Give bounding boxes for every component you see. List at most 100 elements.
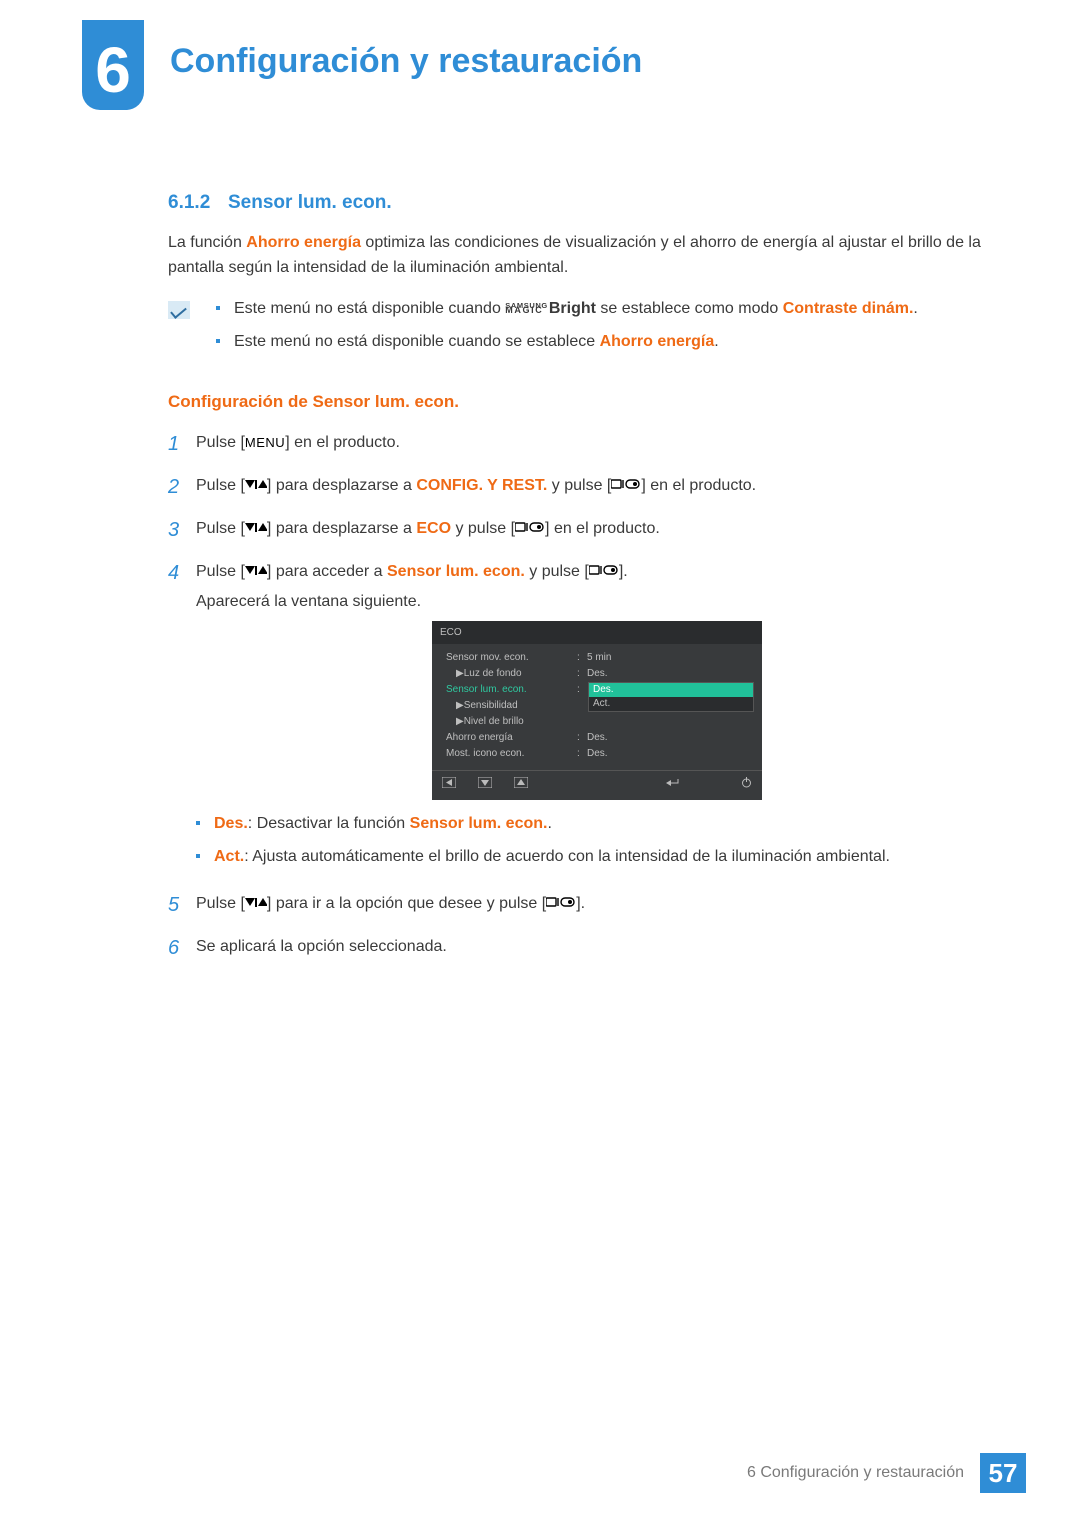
step-number: 4 (168, 558, 196, 878)
text: Este menú no está disponible cuando se e… (234, 333, 600, 350)
osd-separator: : (577, 746, 585, 762)
osd-label: Most. icono econ. (432, 746, 577, 762)
page-number-badge: 57 (980, 1453, 1026, 1493)
text: MAGIC (505, 308, 548, 313)
osd-row: ▶Luz de fondo:Des. (432, 666, 762, 682)
intro-paragraph: La función Ahorro energía optimiza las c… (168, 231, 998, 281)
osd-row: ▶Nivel de brillo (432, 714, 762, 730)
text: Nivel de brillo (464, 716, 524, 727)
option-on-term: Act. (214, 848, 244, 865)
text: : Ajusta automáticamente el brillo de ac… (244, 848, 890, 865)
step-body: Pulse [] para desplazarse a ECO y pulse … (196, 517, 998, 546)
osd-dropdown: Des. Act. (588, 682, 754, 712)
step-body: Pulse [] para ir a la opción que desee y… (196, 892, 998, 921)
step-number: 6 (168, 933, 196, 964)
text: ] en el producto. (545, 520, 660, 537)
page-content: 6.1.2Sensor lum. econ. La función Ahorro… (168, 188, 998, 978)
osd-label: Ahorro energía (432, 730, 577, 746)
osd-label: Sensor mov. econ. (432, 650, 577, 666)
step-number: 5 (168, 890, 196, 921)
chapter-number-badge: 6 (82, 20, 144, 110)
text: y pulse [ (525, 563, 589, 580)
osd-nav-enter-icon (665, 777, 681, 794)
procedure-heading: Configuración de Sensor lum. econ. (168, 389, 998, 415)
note-check-icon (168, 301, 190, 319)
text: ] en el producto. (285, 434, 400, 451)
osd-title: ECO (432, 621, 762, 645)
text: ] para desplazarse a (267, 520, 416, 537)
osd-screenshot: ECO Sensor mov. econ.:5 min ▶Luz de fond… (432, 621, 762, 801)
source-enter-icon (546, 893, 576, 918)
down-up-arrows-icon (245, 475, 267, 500)
osd-label: ▶Sensibilidad (432, 698, 577, 714)
osd-nav-bar (432, 770, 762, 800)
step-item: 3 Pulse [] para desplazarse a ECO y puls… (168, 517, 998, 546)
note-item: Este menú no está disponible cuando SAMS… (216, 297, 998, 322)
osd-label: ▶Luz de fondo (432, 666, 577, 682)
step-item: 1 Pulse [MENU] en el producto. (168, 431, 998, 460)
text: Aparecerá la ventana siguiente. (196, 590, 998, 615)
osd-nav-power-icon (741, 777, 752, 794)
step-body: Pulse [] para acceder a Sensor lum. econ… (196, 560, 998, 878)
osd-nav-down-icon (478, 777, 492, 794)
text: Pulse [ (196, 520, 245, 537)
text: Pulse [ (196, 477, 245, 494)
step-number: 1 (168, 429, 196, 460)
note-item: Este menú no está disponible cuando se e… (216, 330, 998, 355)
option-item: Des.: Desactivar la función Sensor lum. … (196, 812, 998, 837)
osd-value: Des. (585, 730, 762, 746)
step-body: Pulse [MENU] en el producto. (196, 431, 998, 460)
magicbright-term: Bright (549, 300, 596, 317)
step-body: Pulse [] para desplazarse a CONFIG. Y RE… (196, 474, 998, 503)
text: Luz de fondo (464, 668, 522, 679)
text: Este menú no está disponible cuando (234, 300, 505, 317)
step-item: 6 Se aplicará la opción seleccionada. (168, 935, 998, 964)
osd-body: Sensor mov. econ.:5 min ▶Luz de fondo:De… (432, 644, 762, 770)
text: : Desactivar la función (248, 815, 410, 832)
energy-saving-term: Ahorro energía (246, 234, 361, 251)
step-item: 4 Pulse [] para acceder a Sensor lum. ec… (168, 560, 998, 878)
text: y pulse [ (547, 477, 611, 494)
chapter-title: Configuración y restauración (170, 42, 642, 81)
osd-nav-left-icon (442, 777, 456, 794)
osd-separator: : (577, 666, 585, 682)
steps-list: 1 Pulse [MENU] en el producto. 2 Pulse [… (168, 431, 998, 964)
text: ] para ir a la opción que desee y pulse … (267, 895, 546, 912)
section-heading: 6.1.2Sensor lum. econ. (168, 188, 998, 217)
section-number: 6.1.2 (168, 188, 228, 217)
source-enter-icon (611, 475, 641, 500)
text: Pulse [ (196, 434, 245, 451)
text: ]. (619, 563, 628, 580)
osd-option: Act. (589, 697, 753, 711)
step-body: Se aplicará la opción seleccionada. (196, 935, 998, 964)
text: La función (168, 234, 246, 251)
option-off-term: Des. (214, 815, 248, 832)
text: . (913, 300, 917, 317)
osd-value: Des. (585, 746, 762, 762)
note-list: Este menú no está disponible cuando SAMS… (216, 297, 998, 363)
text: . (714, 333, 718, 350)
text: y pulse [ (451, 520, 515, 537)
section-title: Sensor lum. econ. (228, 192, 392, 213)
sensor-lum-econ-term: Sensor lum. econ. (410, 815, 548, 832)
osd-value: 5 min (585, 650, 762, 666)
page-footer: 6 Configuración y restauración 57 (0, 1453, 1080, 1493)
down-up-arrows-icon (245, 518, 267, 543)
osd-row: Most. icono econ.:Des. (432, 746, 762, 762)
osd-row: Ahorro energía:Des. (432, 730, 762, 746)
text: ] para acceder a (267, 563, 387, 580)
option-description-list: Des.: Desactivar la función Sensor lum. … (196, 812, 998, 870)
osd-label: ▶Nivel de brillo (432, 714, 577, 730)
osd-value: Des. (585, 666, 762, 682)
osd-separator: : (577, 682, 585, 698)
osd-row: Sensor mov. econ.:5 min (432, 650, 762, 666)
config-rest-term: CONFIG. Y REST. (416, 477, 547, 494)
osd-separator: : (577, 650, 585, 666)
samsung-magic-logo: SAMSUNGMAGIC (505, 304, 548, 313)
step-number: 2 (168, 472, 196, 503)
sensor-lum-econ-term: Sensor lum. econ. (387, 563, 525, 580)
source-enter-icon (589, 561, 619, 586)
dynamic-contrast-term: Contraste dinám. (783, 300, 914, 317)
step-item: 5 Pulse [] para ir a la opción que desee… (168, 892, 998, 921)
osd-label-active: Sensor lum. econ. (432, 682, 577, 698)
